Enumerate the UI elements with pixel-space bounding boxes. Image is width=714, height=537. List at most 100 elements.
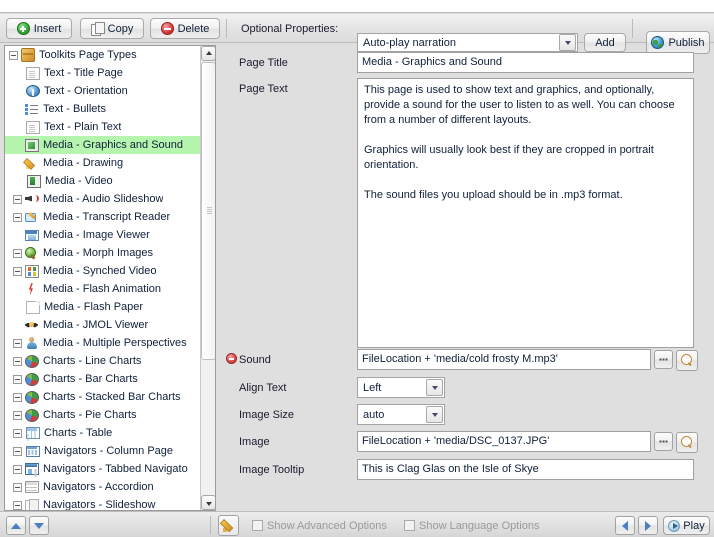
sound-preview-button[interactable]	[676, 350, 698, 371]
move-down-button[interactable]	[29, 516, 49, 535]
tree-item-media-multiple-perspectives[interactable]: Media - Multiple Perspectives	[5, 334, 200, 352]
expand-collapse-icon[interactable]	[9, 51, 18, 60]
columns-icon	[26, 446, 40, 457]
tree-item-charts-stacked-bar-charts[interactable]: Charts - Stacked Bar Charts	[5, 388, 200, 406]
delete-button[interactable]: Delete	[150, 18, 220, 39]
expand-collapse-icon[interactable]	[13, 249, 22, 258]
plus-circle-icon	[17, 22, 30, 35]
tree-scrollbar[interactable]	[200, 46, 215, 510]
image-input[interactable]: FileLocation + 'media/DSC_0137.JPG'	[357, 431, 651, 452]
tree-item-text-orientation[interactable]: Text - Orientation	[5, 82, 200, 100]
expand-collapse-icon[interactable]	[13, 357, 22, 366]
expand-collapse-icon[interactable]	[13, 501, 22, 510]
toolbar-separator	[226, 19, 227, 38]
tree-item-label: Media - Flash Animation	[43, 283, 161, 295]
expand-collapse-icon[interactable]	[13, 411, 22, 420]
tree-item-navigators-accordion[interactable]: Navigators - Accordion	[5, 478, 200, 496]
tree-item-text-plain-text[interactable]: Text - Plain Text	[5, 118, 200, 136]
tree-item-media-morph-images[interactable]: Media - Morph Images	[5, 244, 200, 262]
insert-button[interactable]: Insert	[6, 18, 72, 39]
tree-item-label: Media - JMOL Viewer	[43, 319, 148, 331]
expand-collapse-icon[interactable]	[13, 483, 22, 492]
show-language-options-checkbox[interactable]	[404, 520, 415, 531]
molecule-icon	[25, 319, 39, 332]
tree-item-navigators-tabbed-navigato[interactable]: Navigators - Tabbed Navigato	[5, 460, 200, 478]
tree-item-label: Media - Drawing	[43, 157, 123, 169]
sound-input[interactable]: FileLocation + 'media/cold frosty M.mp3'	[357, 349, 651, 370]
expand-collapse-icon[interactable]	[13, 375, 22, 384]
page-types-tree[interactable]: Toolkits Page Types Text - Title Page Text…	[5, 46, 200, 510]
tree-item-text-bullets[interactable]: Text - Bullets	[5, 100, 200, 118]
tree-item-label: Toolkits Page Types	[39, 49, 137, 61]
play-button[interactable]: Play	[663, 516, 710, 535]
tree-indent-spacer	[13, 123, 22, 132]
expand-collapse-icon[interactable]	[13, 447, 22, 456]
tree-item-label: Media - Graphics and Sound	[43, 139, 183, 151]
tree-item-label: Text - Title Page	[44, 67, 123, 79]
expand-collapse-icon[interactable]	[13, 267, 22, 276]
tree-item-media-flash-paper[interactable]: Media - Flash Paper	[5, 298, 200, 316]
expand-collapse-icon[interactable]	[13, 339, 22, 348]
expand-collapse-icon[interactable]	[13, 465, 22, 474]
page-title-input[interactable]: Media - Graphics and Sound	[357, 52, 694, 73]
tree-item-charts-pie-charts[interactable]: Charts - Pie Charts	[5, 406, 200, 424]
scroll-up-button[interactable]	[201, 46, 216, 61]
tree-item-media-transcript-reader[interactable]: Media - Transcript Reader	[5, 208, 200, 226]
align-text-label: Align Text	[239, 382, 287, 394]
blank-page-icon	[26, 301, 40, 314]
next-page-button[interactable]	[638, 516, 658, 535]
tree-item-media-flash-animation[interactable]: Media - Flash Animation	[5, 280, 200, 298]
tree-item-media-audio-slideshow[interactable]: Media - Audio Slideshow	[5, 190, 200, 208]
image-label: Image	[239, 436, 270, 448]
tree-item-media-video[interactable]: Media - Video	[5, 172, 200, 190]
image-size-select[interactable]: auto	[357, 404, 445, 425]
scroll-down-button[interactable]	[201, 495, 216, 510]
tree-item-media-image-viewer[interactable]: Media - Image Viewer	[5, 226, 200, 244]
expand-collapse-icon[interactable]	[13, 213, 22, 222]
page-text-textarea[interactable]: This page is used to show text and graph…	[357, 78, 694, 348]
image-preview-button[interactable]	[676, 432, 698, 453]
tree-item-toolkits-page-types[interactable]: Toolkits Page Types	[5, 46, 200, 64]
tree-item-charts-line-charts[interactable]: Charts - Line Charts	[5, 352, 200, 370]
show-advanced-options-checkbox[interactable]	[252, 520, 263, 531]
tree-indent-spacer	[13, 231, 22, 240]
chevron-down-icon[interactable]	[426, 406, 443, 423]
expand-collapse-icon[interactable]	[13, 429, 22, 438]
edit-pencil-button[interactable]	[218, 515, 239, 536]
magnifier-icon	[681, 354, 694, 367]
transcript-icon	[25, 211, 39, 224]
video-icon	[27, 175, 41, 188]
tree-item-media-jmol-viewer[interactable]: Media - JMOL Viewer	[5, 316, 200, 334]
align-text-select[interactable]: Left	[357, 377, 445, 398]
tree-item-media-graphics-and-sound[interactable]: Media - Graphics and Sound	[5, 136, 200, 154]
magnifier-icon	[681, 436, 694, 449]
tree-item-media-drawing[interactable]: Media - Drawing	[5, 154, 200, 172]
main-toolbar: Insert Copy Delete Optional Properties: …	[0, 14, 714, 43]
insert-button-label: Insert	[34, 23, 62, 35]
tree-item-navigators-slideshow[interactable]: Navigators - Slideshow	[5, 496, 200, 510]
tree-item-label: Text - Orientation	[44, 85, 128, 97]
image-tooltip-input[interactable]: This is Clag Glas on the Isle of Skye	[357, 459, 694, 480]
move-up-button[interactable]	[6, 516, 26, 535]
play-button-label: Play	[683, 520, 704, 532]
previous-page-button[interactable]	[615, 516, 635, 535]
chevron-down-icon[interactable]	[426, 379, 443, 396]
image-browse-button[interactable]	[654, 432, 673, 451]
sound-browse-button[interactable]	[654, 350, 673, 369]
scrollbar-thumb[interactable]	[201, 62, 216, 360]
tree-item-media-synched-video[interactable]: Media - Synched Video	[5, 262, 200, 280]
tree-item-text-title-page[interactable]: Text - Title Page	[5, 64, 200, 82]
expand-collapse-icon[interactable]	[13, 195, 22, 204]
copy-button[interactable]: Copy	[80, 18, 144, 39]
tree-item-label: Charts - Stacked Bar Charts	[43, 391, 181, 403]
tree-item-charts-bar-charts[interactable]: Charts - Bar Charts	[5, 370, 200, 388]
person-icon	[25, 337, 39, 350]
tree-item-label: Charts - Table	[44, 427, 112, 439]
application-window: Insert Copy Delete Optional Properties: …	[0, 0, 714, 537]
toolbar-separator-2	[632, 19, 633, 38]
image-viewer-icon	[25, 230, 39, 241]
tree-item-navigators-column-page[interactable]: Navigators - Column Page	[5, 442, 200, 460]
copy-button-label: Copy	[108, 23, 134, 35]
tree-item-charts-table[interactable]: Charts - Table	[5, 424, 200, 442]
expand-collapse-icon[interactable]	[13, 393, 22, 402]
